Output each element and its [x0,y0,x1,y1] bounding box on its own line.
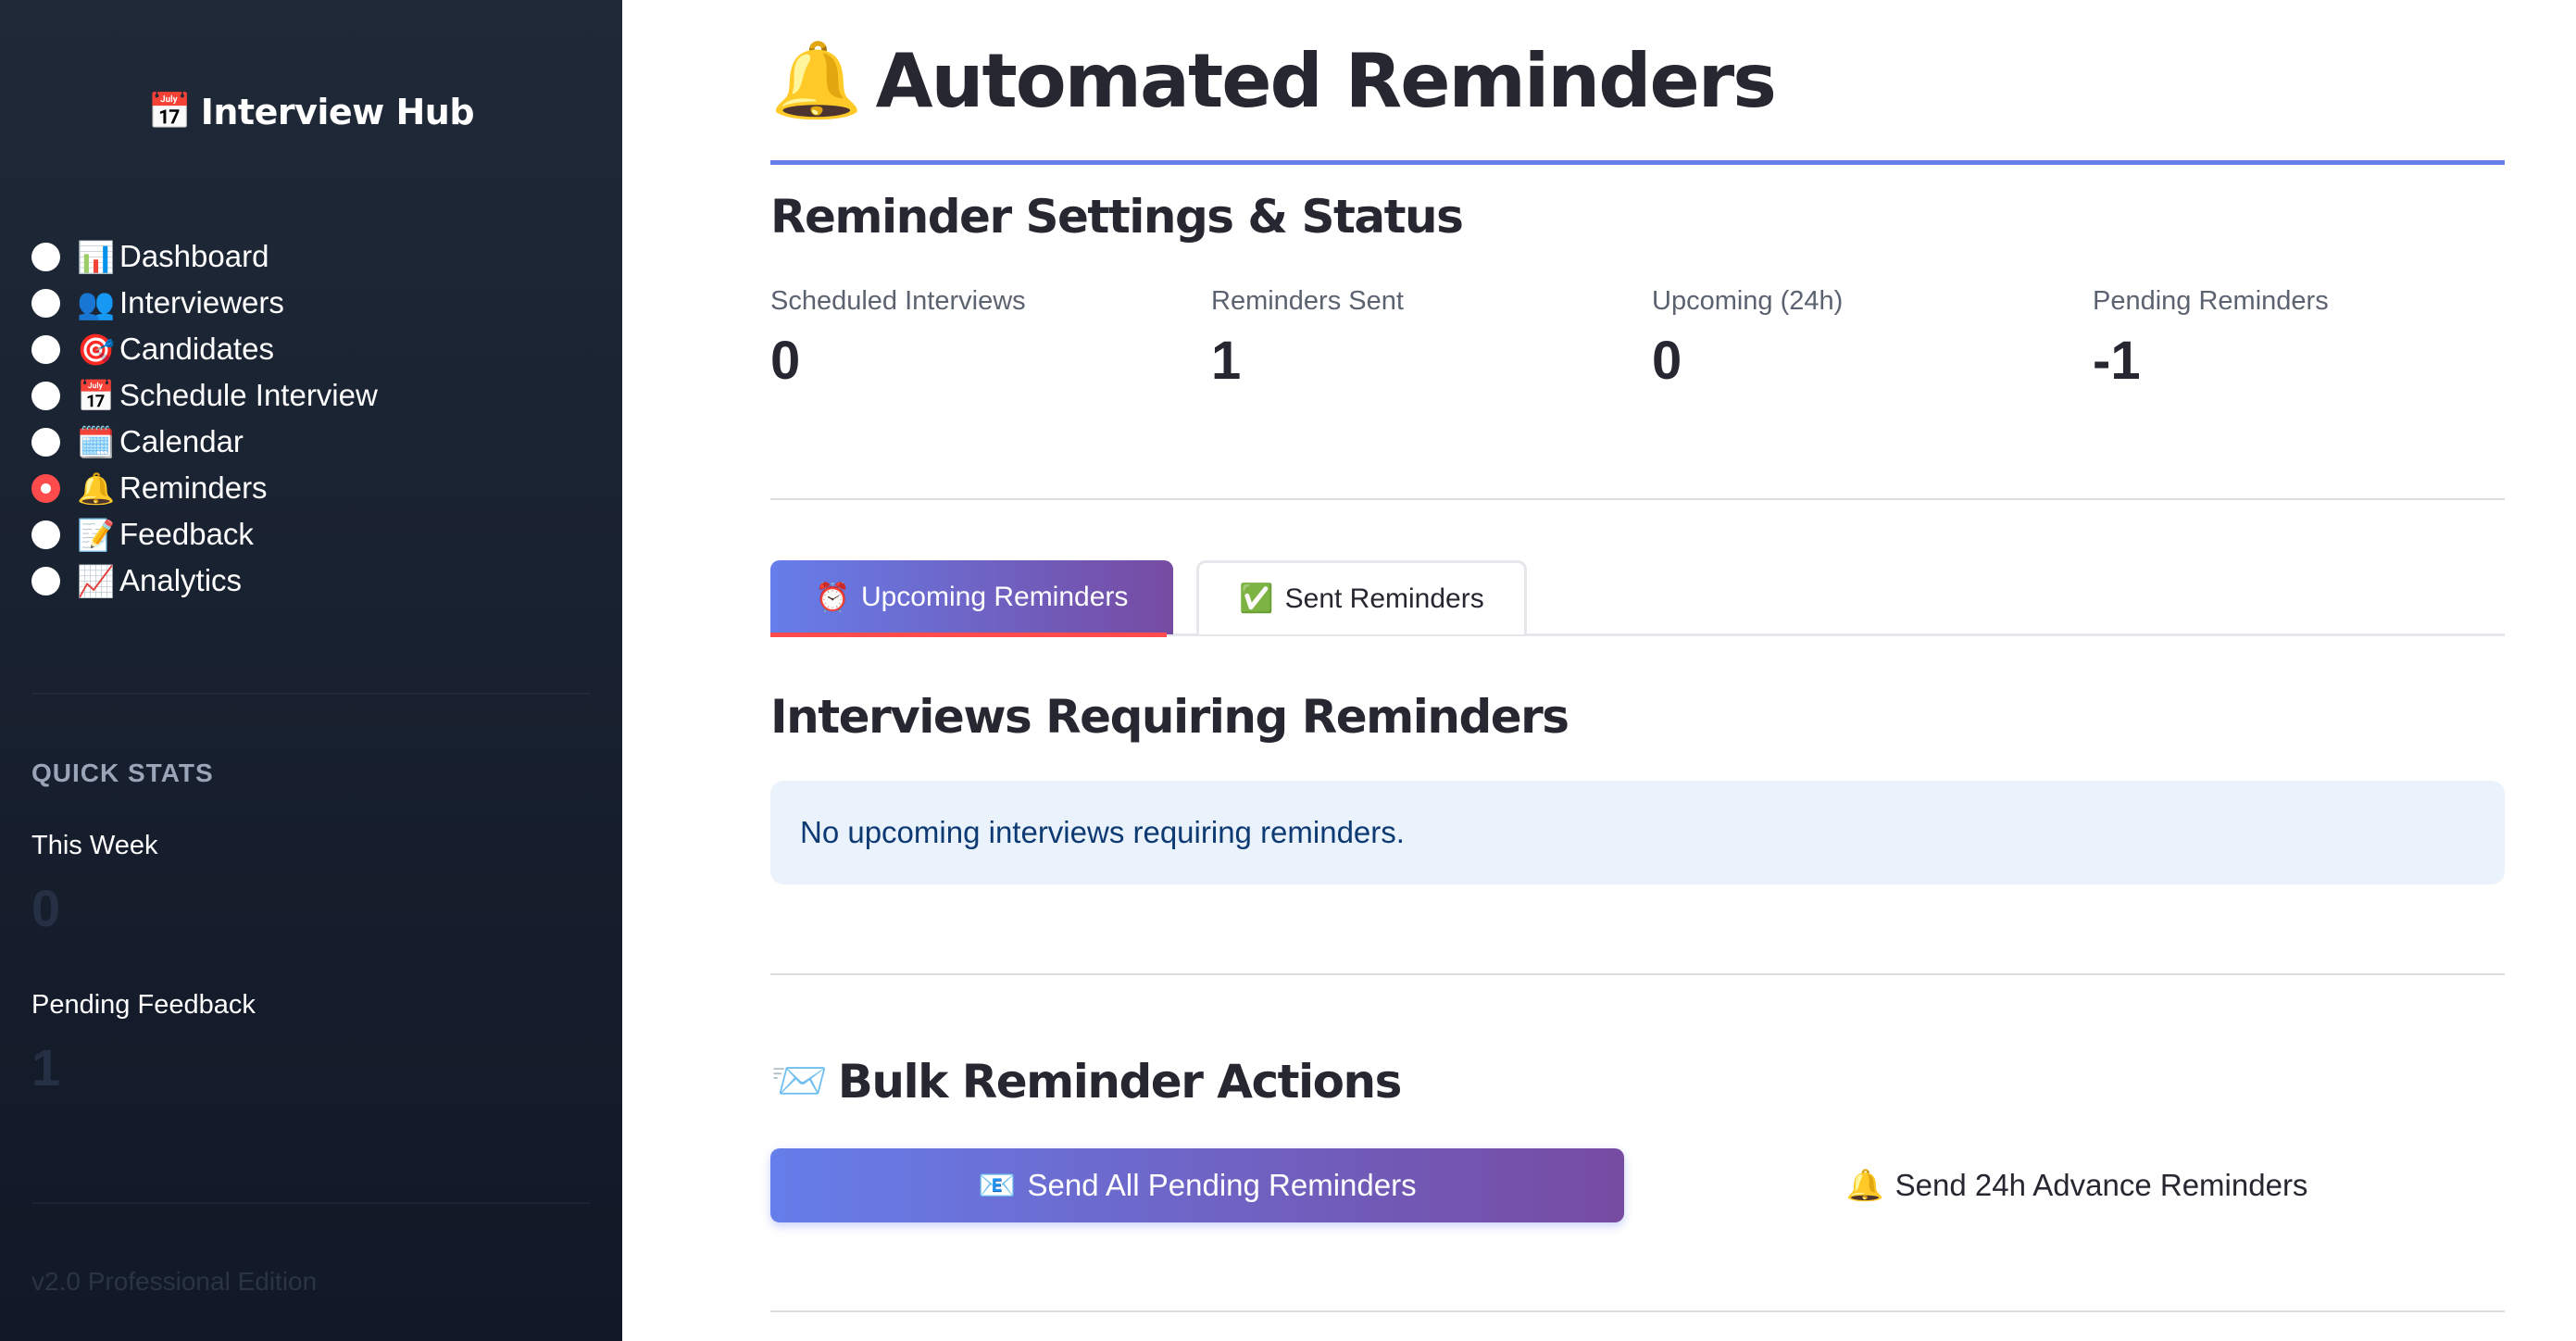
section-divider [770,973,2505,975]
pending-feedback-value: 1 [31,1038,61,1097]
version-text: v2.0 Professional Edition [31,1267,318,1296]
this-week-value: 0 [31,879,61,937]
section-divider [770,498,2505,500]
sidebar-brand: 📅 Interview Hub [0,91,622,132]
trend-chart-icon: 📈 [77,563,116,598]
button-label: Send All Pending Reminders [1027,1168,1417,1202]
sidebar-item-calendar[interactable]: 🗓️ Calendar [31,419,378,465]
bulk-actions-heading: 📨 Bulk Reminder Actions [770,1054,1403,1109]
button-label: Send 24h Advance Reminders [1894,1168,2308,1202]
metric-value: 0 [770,331,801,391]
radio-button[interactable] [31,566,60,595]
target-icon: 🎯 [77,332,116,367]
calendar-icon: 📅 [147,91,192,132]
spiral-calendar-icon: 🗓️ [77,424,116,459]
metric-label: Scheduled Interviews [770,286,1026,316]
page-title: 🔔 Automated Reminders [770,37,1777,124]
quick-stats-title: QUICK STATS [31,758,214,787]
bulk-actions-heading-text: Bulk Reminder Actions [837,1054,1403,1109]
tab-label: Upcoming Reminders [860,582,1129,612]
pending-feedback-label: Pending Feedback [31,990,256,1020]
sidebar-item-analytics[interactable]: 📈 Analytics [31,558,378,604]
sidebar-item-dashboard[interactable]: 📊 Dashboard [31,233,378,280]
metric-label: Pending Reminders [2093,286,2329,316]
sidebar-item-label: Analytics [119,563,243,597]
section-divider [770,1310,2505,1312]
email-icon: 📧 [978,1167,1017,1202]
sidebar-item-label: Schedule Interview [119,378,378,412]
people-icon: 👥 [77,285,116,320]
tab-upcoming-reminders[interactable]: ⏰ Upcoming Reminders [770,560,1173,637]
bell-icon: 🔔 [1845,1167,1884,1202]
sidebar-item-label: Calendar [119,424,244,458]
sidebar-nav: 📊 Dashboard 👥 Interviewers 🎯 Candidates … [31,233,378,604]
metric-label: Reminders Sent [1211,286,1404,316]
tab-label: Sent Reminders [1284,583,1484,614]
radio-button[interactable] [31,381,60,410]
title-underline [770,160,2505,165]
sidebar-item-label: Feedback [119,517,254,551]
bell-icon: 🔔 [77,470,116,506]
metric-value: 0 [1652,331,1682,391]
sidebar-item-schedule-interview[interactable]: 📅 Schedule Interview [31,372,378,419]
calendar-icon: 📅 [77,378,116,413]
requiring-reminders-heading: Interviews Requiring Reminders [770,690,1569,744]
radio-button[interactable] [31,520,60,549]
sidebar: 📅 Interview Hub 📊 Dashboard 👥 Interviewe… [0,0,622,1341]
memo-icon: 📝 [77,517,116,552]
radio-button[interactable] [31,334,60,364]
sidebar-item-reminders[interactable]: 🔔 Reminders [31,465,378,511]
radio-button[interactable] [31,288,60,318]
sidebar-divider [31,1202,591,1204]
send-24h-reminders-button[interactable]: 🔔 Send 24h Advance Reminders [1650,1148,2504,1222]
page-title-text: Automated Reminders [875,37,1777,124]
sidebar-item-feedback[interactable]: 📝 Feedback [31,511,378,558]
sidebar-item-label: Dashboard [119,239,269,273]
metric-value: 1 [1211,331,1242,391]
bell-icon: 🔔 [770,37,863,123]
send-all-pending-button[interactable]: 📧 Send All Pending Reminders [770,1148,1624,1222]
sidebar-item-label: Interviewers [119,285,284,320]
sidebar-item-label: Reminders [119,470,268,505]
metric-value: -1 [2093,331,2141,391]
this-week-label: This Week [31,831,158,860]
radio-button[interactable] [31,427,60,457]
metric-label: Upcoming (24h) [1652,286,1844,316]
sidebar-item-candidates[interactable]: 🎯 Candidates [31,326,378,372]
check-mark-icon: ✅ [1239,583,1274,614]
sidebar-item-interviewers[interactable]: 👥 Interviewers [31,280,378,326]
radio-button-selected[interactable] [31,473,60,503]
alarm-clock-icon: ⏰ [815,582,850,613]
envelope-icon: 📨 [770,1054,828,1108]
app-title: Interview Hub [200,91,475,132]
tab-sent-reminders[interactable]: ✅ Sent Reminders [1196,560,1527,634]
bar-chart-icon: 📊 [77,239,116,274]
info-alert: No upcoming interviews requiring reminde… [770,781,2505,884]
sidebar-divider [31,693,591,695]
radio-button[interactable] [31,242,60,271]
sidebar-item-label: Candidates [119,332,274,366]
info-message: No upcoming interviews requiring reminde… [800,815,1405,849]
settings-heading: Reminder Settings & Status [770,190,1464,244]
